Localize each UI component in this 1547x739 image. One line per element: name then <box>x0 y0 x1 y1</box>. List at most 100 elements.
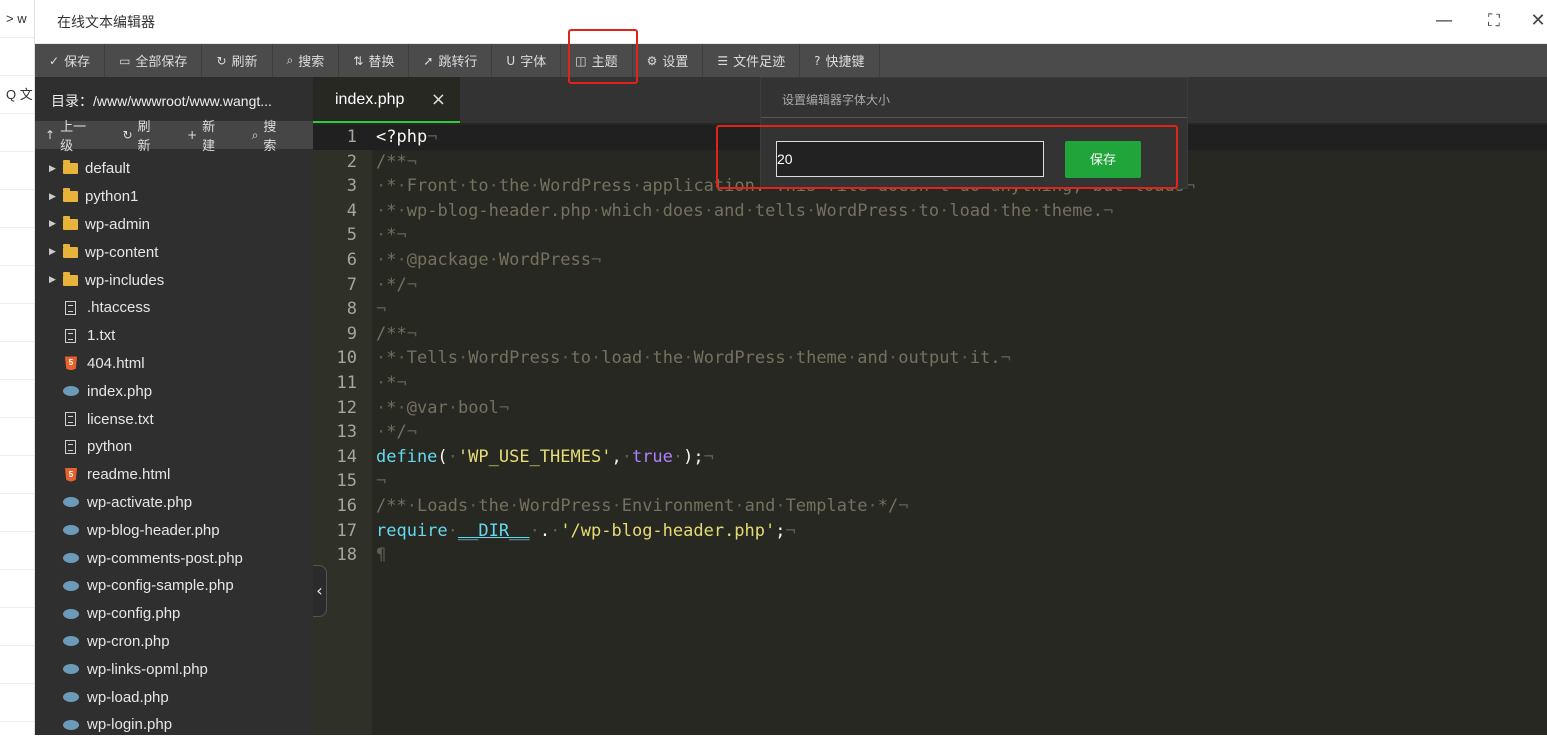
file-item[interactable]: wp-activate.php <box>35 489 313 517</box>
sidebar-collapse-toggle[interactable]: ‹ <box>313 565 327 617</box>
folder-icon <box>63 160 78 175</box>
tab-index-php[interactable]: index.php × <box>313 77 460 123</box>
toolbar-theme-button[interactable]: ◫ 主题 <box>561 44 633 77</box>
toolbar-label: 快捷键 <box>825 54 865 69</box>
background-row: > w <box>0 0 34 38</box>
maximize-button[interactable]: ⛶ <box>1483 10 1505 32</box>
file-tree: ▶ default ▶ python1 ▶ wp-admin ▶ wp-content ▶ wp-… <box>35 149 313 739</box>
folder-icon <box>63 243 78 258</box>
file-item[interactable]: wp-links-opml.php <box>35 655 313 683</box>
text-file-icon <box>65 412 76 427</box>
sidebar-action-label: 新建 <box>202 119 216 153</box>
toolbar-shortcuts-button[interactable]: ? 快捷键 <box>800 44 880 77</box>
file-item[interactable]: python <box>35 433 313 461</box>
font-size-input[interactable]: 20 <box>776 141 1044 177</box>
toolbar-file-history-button[interactable]: ☰ 文件足迹 <box>703 44 801 77</box>
file-item[interactable]: wp-cron.php <box>35 628 313 656</box>
background-row <box>0 380 34 418</box>
folder-item[interactable]: ▶ wp-includes <box>35 266 313 294</box>
expand-caret-icon[interactable]: ▶ <box>49 219 63 229</box>
toolbar-goto-line-button[interactable]: ➚ 跳转行 <box>409 44 493 77</box>
minimize-button[interactable]: — <box>1433 10 1455 32</box>
toolbar-refresh-button[interactable]: ↻ 刷新 <box>202 44 273 77</box>
background-row <box>0 570 34 608</box>
toolbar-search-button[interactable]: ⌕ 搜索 <box>273 44 340 77</box>
file-item[interactable]: 1.txt <box>35 322 313 350</box>
file-item[interactable]: wp-load.php <box>35 683 313 711</box>
sidebar-search-button[interactable]: ⌕ 搜索 <box>252 116 289 154</box>
text-file-icon <box>65 439 76 454</box>
expand-caret-icon[interactable]: ▶ <box>49 164 63 174</box>
background-row <box>0 684 34 722</box>
tree-item-label: wp-blog-header.php <box>87 521 220 539</box>
toolbar-label: 文件足迹 <box>733 54 786 69</box>
expand-caret-icon[interactable]: ▶ <box>49 192 63 202</box>
goto-icon: ➚ <box>423 53 434 68</box>
file-item[interactable]: .htaccess <box>35 294 313 322</box>
file-item[interactable]: wp-blog-header.php <box>35 516 313 544</box>
toolbar-replace-button[interactable]: ⇅ 替换 <box>339 44 410 77</box>
line-number: 16 <box>336 495 357 516</box>
toolbar-font-button[interactable]: U 字体 <box>492 44 562 77</box>
titlebar: 在线文本编辑器 — ⛶ ✕ <box>35 0 1547 44</box>
code-lines[interactable]: 1 <?php¬ 2/**¬ 3 ·*·Front·to·the·WordPress… <box>313 125 1547 568</box>
toolbar-label: 替换 <box>368 54 395 69</box>
background-row <box>0 266 34 304</box>
file-item[interactable]: wp-comments-post.php <box>35 544 313 572</box>
tree-item-label: wp-content <box>85 243 159 261</box>
background-row <box>0 38 34 76</box>
file-item[interactable]: 5 404.html <box>35 350 313 378</box>
folder-item[interactable]: ▶ wp-admin <box>35 211 313 239</box>
toolbar-label: 字体 <box>520 54 547 69</box>
expand-caret-icon[interactable]: ▶ <box>49 275 63 285</box>
background-row <box>0 190 34 228</box>
background-row <box>0 342 34 380</box>
font-size-save-button[interactable]: 保存 <box>1065 141 1141 178</box>
folder-item[interactable]: ▶ python1 <box>35 183 313 211</box>
line-number: 1 <box>346 127 357 147</box>
toolbar-save-button[interactable]: ✓ 保存 <box>35 44 106 77</box>
tree-item-label: default <box>85 160 131 178</box>
tab-close-icon[interactable]: × <box>431 89 446 110</box>
popup-title: 设置编辑器字体大小 <box>761 78 1187 118</box>
line-number: 4 <box>346 200 357 221</box>
php-file-icon <box>63 497 79 508</box>
tree-item-label: wp-activate.php <box>87 493 193 511</box>
toolbar-save-all-button[interactable]: ▭ 全部保存 <box>105 44 203 77</box>
file-item[interactable]: index.php <box>35 377 313 405</box>
sidebar-action-label: 刷新 <box>137 119 151 153</box>
text-file-icon <box>65 328 76 343</box>
php-file-icon <box>63 636 79 647</box>
background-row <box>0 646 34 684</box>
file-item[interactable]: license.txt <box>35 405 313 433</box>
tree-item-label: wp-comments-post.php <box>87 549 243 567</box>
line-number: 5 <box>346 225 357 246</box>
code-area[interactable]: 1 <?php¬ 2/**¬ 3 ·*·Front·to·the·WordPress… <box>313 125 1547 735</box>
sidebar-action-label: 搜索 <box>263 119 277 153</box>
tree-item-label: wp-load.php <box>87 688 169 706</box>
folder-item[interactable]: ▶ default <box>35 155 313 183</box>
file-item[interactable]: wp-config.php <box>35 600 313 628</box>
file-item[interactable]: 5 readme.html <box>35 461 313 489</box>
php-file-icon <box>63 608 79 619</box>
sidebar-up-level-button[interactable]: ↑ 上一级 <box>45 116 98 154</box>
background-page-strip: > w Q 文 <box>0 0 35 735</box>
sidebar-refresh-button[interactable]: ↻ 刷新 <box>122 116 163 154</box>
background-row <box>0 418 34 456</box>
list-icon: ☰ <box>717 53 729 68</box>
close-window-button[interactable]: ✕ <box>1527 10 1547 32</box>
toolbar-label: 设置 <box>662 54 689 69</box>
tree-item-label: wp-includes <box>85 271 165 289</box>
toolbar: ✓ 保存 ▭ 全部保存 ↻ 刷新 ⌕ 搜索 ⇅ 替换 ➚ 跳转行 U 字体 ◫ 主题 ⚙ 设置 ☰ 文件足迹 ? 快捷键 <box>35 44 1547 77</box>
php-file-icon <box>63 525 79 536</box>
folder-item[interactable]: ▶ wp-content <box>35 238 313 266</box>
expand-caret-icon[interactable]: ▶ <box>49 247 63 257</box>
background-row: Q 文 <box>0 76 34 114</box>
theme-icon: ◫ <box>575 53 587 68</box>
sidebar-new-button[interactable]: + 新建 <box>187 116 228 154</box>
php-file-icon <box>63 719 79 730</box>
file-item[interactable]: wp-config-sample.php <box>35 572 313 600</box>
sidebar-action-label: 上一级 <box>60 119 87 153</box>
folder-icon <box>63 188 78 203</box>
toolbar-settings-button[interactable]: ⚙ 设置 <box>633 44 704 77</box>
